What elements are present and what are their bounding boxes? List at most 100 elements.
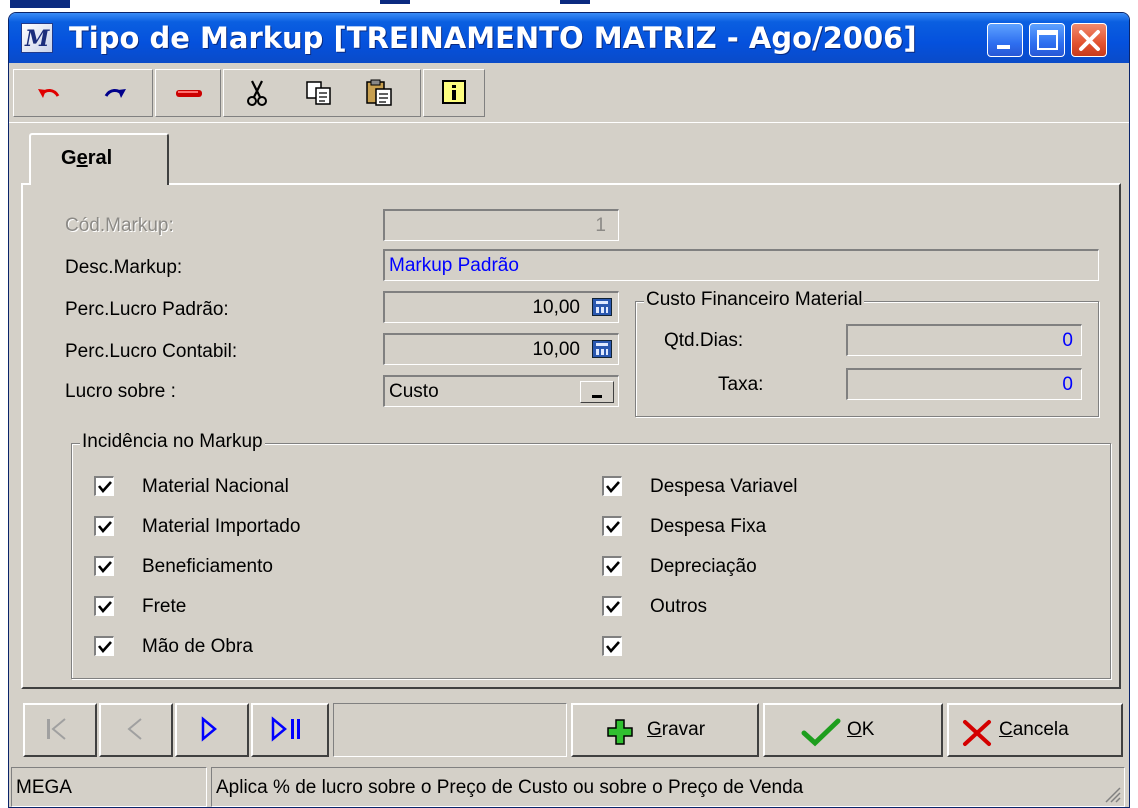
tab-geral-label-suffix: ral	[87, 147, 113, 169]
resize-grip-icon[interactable]	[1102, 784, 1122, 804]
calculator-icon[interactable]	[592, 340, 612, 358]
ok-label-rest: K	[861, 719, 875, 740]
paste-icon[interactable]	[364, 78, 394, 108]
close-button[interactable]	[1071, 23, 1107, 57]
cancela-label-rest: ancela	[1012, 719, 1069, 740]
checkbox-label: Outros	[650, 596, 708, 617]
checkbox[interactable]	[602, 636, 622, 656]
title-bar[interactable]: M Tipo de Markup [TREINAMENTO MATRIZ - A…	[9, 13, 1129, 63]
taxa-input[interactable]: 0	[846, 368, 1082, 400]
check-icon	[97, 481, 112, 494]
minimize-icon	[997, 45, 1010, 49]
maximize-button[interactable]	[1029, 23, 1065, 57]
checkbox-label: Mão de Obra	[142, 636, 253, 657]
lucro-sobre-value: Custo	[389, 381, 439, 402]
nav-spacer	[333, 703, 567, 757]
perc-lucro-contabil-value: 10,00	[532, 339, 580, 360]
check-icon	[97, 521, 112, 534]
perc-lucro-contabil-label: Perc.Lucro Contabil:	[65, 341, 238, 362]
next-record-button[interactable]	[175, 703, 249, 757]
last-record-icon	[271, 716, 300, 742]
lucro-sobre-select[interactable]: Custo	[383, 375, 619, 407]
qtd-dias-value: 0	[1062, 330, 1073, 351]
delete-tool-group	[155, 69, 221, 117]
checkbox[interactable]	[94, 516, 114, 536]
checkbox-label: Despesa Fixa	[650, 516, 767, 537]
checkbox-label: Beneficiamento	[142, 556, 273, 577]
first-record-icon	[47, 718, 66, 740]
taxa-label: Taxa:	[718, 374, 764, 395]
check-icon	[605, 561, 620, 574]
copy-icon[interactable]	[304, 78, 334, 108]
tab-geral-label: Geral	[61, 147, 112, 170]
calculator-icon[interactable]	[592, 298, 612, 316]
checkbox[interactable]	[602, 556, 622, 576]
status-panel-hint: Aplica % de lucro sobre o Preço de Custo…	[211, 767, 1125, 807]
gravar-accel: G	[647, 719, 662, 740]
mega-logo-icon: M	[21, 23, 53, 53]
tab-panel-geral: Cód.Markup: 1 Desc.Markup: Markup Padrão…	[21, 183, 1121, 689]
delete-icon[interactable]	[174, 78, 204, 108]
check-icon	[605, 601, 620, 614]
checkbox-label: Frete	[142, 596, 187, 617]
close-icon	[1079, 30, 1100, 51]
background-window-fragment	[0, 0, 1138, 12]
minimize-button[interactable]	[987, 23, 1023, 57]
checkbox[interactable]	[94, 596, 114, 616]
checkbox[interactable]	[94, 556, 114, 576]
checkbox[interactable]	[94, 476, 114, 496]
first-record-button[interactable]	[23, 703, 97, 757]
checkbox-label: Material Nacional	[142, 476, 289, 497]
status-left-text: MEGA	[16, 777, 72, 798]
check-icon	[605, 641, 620, 654]
perc-lucro-padrao-input[interactable]: 10,00	[383, 291, 619, 323]
status-panel-left: MEGA	[11, 767, 207, 807]
dropdown-button[interactable]	[580, 381, 614, 403]
taxa-value: 0	[1062, 374, 1073, 395]
incidencia-group: Incidência no Markup Material Nacional Ma…	[71, 431, 1111, 679]
cod-markup-value: 1	[595, 215, 606, 236]
checkbox[interactable]	[602, 476, 622, 496]
maximize-icon	[1037, 30, 1058, 50]
cancela-label: Cancela	[999, 719, 1069, 741]
check-icon	[605, 521, 620, 534]
last-record-button[interactable]	[251, 703, 329, 757]
checkbox[interactable]	[602, 596, 622, 616]
checkbox-label: Material Importado	[142, 516, 301, 537]
custo-financeiro-group: Custo Financeiro Material Qtd.Dias: 0 Ta…	[635, 289, 1099, 417]
gravar-label: Gravar	[647, 719, 705, 741]
check-icon	[97, 641, 112, 654]
check-icon	[97, 601, 112, 614]
tab-geral[interactable]: Geral	[29, 133, 169, 185]
redo-icon[interactable]	[100, 78, 130, 108]
checkbox[interactable]	[602, 516, 622, 536]
tab-geral-label-prefix: G	[61, 147, 77, 169]
cod-markup-field: 1	[383, 209, 619, 241]
checkbox-label: Depreciação	[650, 556, 757, 577]
toolbar	[9, 65, 1129, 123]
markup-window: M Tipo de Markup [TREINAMENTO MATRIZ - A…	[8, 12, 1130, 808]
gravar-label-rest: ravar	[661, 719, 706, 740]
gravar-button[interactable]: Gravar	[571, 703, 759, 757]
perc-lucro-padrao-value: 10,00	[532, 297, 580, 318]
checkbox[interactable]	[94, 636, 114, 656]
qtd-dias-input[interactable]: 0	[846, 324, 1082, 356]
prev-record-button[interactable]	[99, 703, 173, 757]
custo-financeiro-legend: Custo Financeiro Material	[644, 289, 865, 311]
cancela-accel: C	[999, 719, 1013, 740]
desc-markup-input[interactable]: Markup Padrão	[383, 249, 1099, 281]
ok-accel: O	[847, 719, 862, 740]
cancela-button[interactable]: Cancela	[947, 703, 1123, 757]
desc-markup-value: Markup Padrão	[389, 255, 519, 276]
undo-icon[interactable]	[34, 78, 64, 108]
perc-lucro-padrao-label: Perc.Lucro Padrão:	[65, 299, 229, 320]
lucro-sobre-label: Lucro sobre :	[65, 381, 176, 402]
incidencia-legend: Incidência no Markup	[80, 431, 265, 453]
cut-icon[interactable]	[242, 78, 272, 108]
checkmark-icon	[801, 718, 841, 747]
ok-button[interactable]: OK	[763, 703, 943, 757]
plus-icon	[607, 719, 633, 745]
check-icon	[97, 561, 112, 574]
perc-lucro-contabil-input[interactable]: 10,00	[383, 333, 619, 365]
info-icon[interactable]	[440, 78, 470, 108]
